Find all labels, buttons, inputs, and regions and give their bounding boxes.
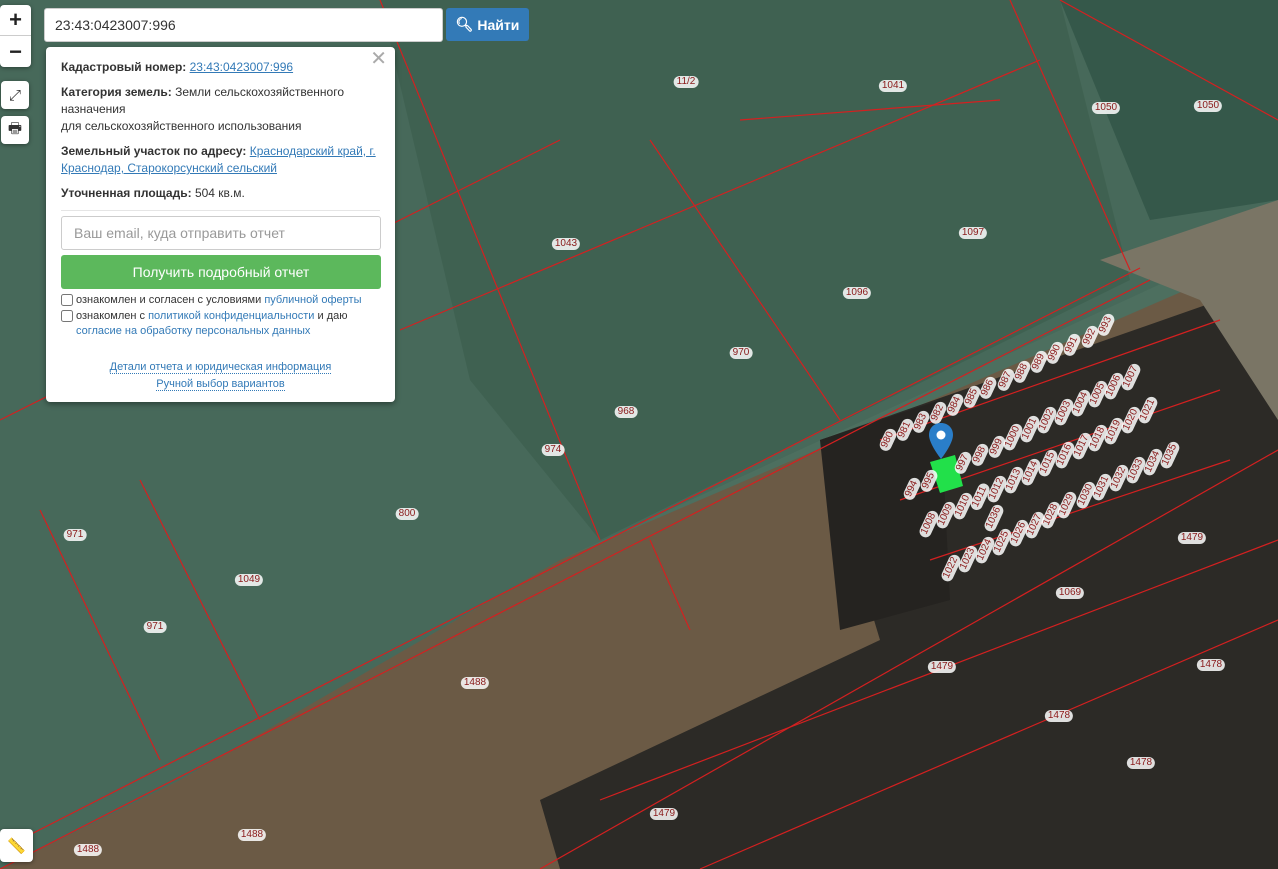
privacy-link[interactable]: политикой конфиденциальности xyxy=(148,310,314,322)
cadastral-link[interactable]: 23:43:0423007:996 xyxy=(190,60,293,74)
parcel-label[interactable]: 970 xyxy=(729,347,753,359)
parcel-label[interactable]: 1050 xyxy=(1193,100,1223,112)
parcel-label[interactable]: 1049 xyxy=(234,574,264,586)
parcel-label[interactable]: 974 xyxy=(541,444,565,456)
parcel-label[interactable]: 1097 xyxy=(958,227,988,239)
parcel-label[interactable]: 1041 xyxy=(878,80,908,92)
expand-icon: ⤢ xyxy=(8,86,21,104)
cadastral-label: Кадастровый номер: xyxy=(61,60,187,74)
get-report-button[interactable]: Получить подробный отчет xyxy=(61,255,381,289)
manual-selection-link[interactable]: Ручной выбор вариантов xyxy=(156,378,285,391)
offer-checkbox[interactable] xyxy=(61,294,73,306)
parcel-label[interactable]: 1478 xyxy=(1044,710,1074,722)
parcel-label[interactable]: 1478 xyxy=(1196,659,1226,671)
category-usage: для сельскохозяйственного использования xyxy=(61,119,302,133)
parcel-label[interactable]: 11/2 xyxy=(673,76,699,88)
parcel-label[interactable]: 968 xyxy=(614,406,638,418)
parcel-label[interactable]: 1069 xyxy=(1055,587,1085,599)
zoom-control: + − xyxy=(0,5,31,67)
zoom-out-button[interactable]: − xyxy=(0,36,31,67)
privacy-consent-text: ознакомлен с политикой конфиденциальност… xyxy=(76,310,348,337)
parcel-label[interactable]: 971 xyxy=(63,529,87,541)
offer-link[interactable]: публичной оферты xyxy=(264,294,361,306)
report-details-link[interactable]: Детали отчета и юридическая информация xyxy=(109,361,332,374)
parcel-label[interactable]: 1478 xyxy=(1126,757,1156,769)
parcel-label[interactable]: 1488 xyxy=(460,677,490,689)
parcel-label[interactable]: 1043 xyxy=(551,238,581,250)
category-label: Категория земель: xyxy=(61,85,172,99)
email-field[interactable] xyxy=(61,216,381,250)
parcel-label[interactable]: 1096 xyxy=(842,287,872,299)
area-label: Уточненная площадь: xyxy=(61,186,192,200)
address-label: Земельный участок по адресу: xyxy=(61,144,247,158)
search-input[interactable] xyxy=(44,8,443,42)
ruler-button[interactable]: 📏 xyxy=(0,829,33,862)
ruler-icon: 📏 xyxy=(7,837,26,855)
location-marker-icon[interactable] xyxy=(929,423,953,459)
parcel-label[interactable]: 800 xyxy=(395,508,419,520)
personal-data-link[interactable]: согласие на обработку персональных данны… xyxy=(76,325,310,337)
parcel-label[interactable]: 971 xyxy=(143,621,167,633)
search-button-label: Найти xyxy=(477,16,520,33)
parcel-label[interactable]: 1479 xyxy=(1177,532,1207,544)
close-icon[interactable]: ✕ xyxy=(370,49,387,69)
parcel-label[interactable]: 1479 xyxy=(649,808,679,820)
print-button[interactable]: 🖶 xyxy=(1,116,29,144)
parcel-label[interactable]: 1050 xyxy=(1091,102,1121,114)
search-button[interactable]: 🔍︎ Найти xyxy=(446,8,529,41)
parcel-info-popup: ✕ Кадастровый номер: 23:43:0423007:996 К… xyxy=(46,47,395,402)
fullscreen-button[interactable]: ⤢ xyxy=(1,81,29,109)
privacy-checkbox[interactable] xyxy=(61,310,73,322)
parcel-label[interactable]: 1479 xyxy=(927,661,957,673)
parcel-label[interactable]: 1488 xyxy=(237,829,267,841)
parcel-label[interactable]: 1488 xyxy=(73,844,103,856)
search-icon: 🔍︎ xyxy=(455,16,474,32)
zoom-in-button[interactable]: + xyxy=(0,5,31,36)
area-value: 504 кв.м. xyxy=(194,186,245,200)
printer-icon: 🖶 xyxy=(7,119,23,137)
divider xyxy=(61,210,380,211)
offer-consent-text: ознакомлен и согласен с условиями публич… xyxy=(76,294,362,306)
